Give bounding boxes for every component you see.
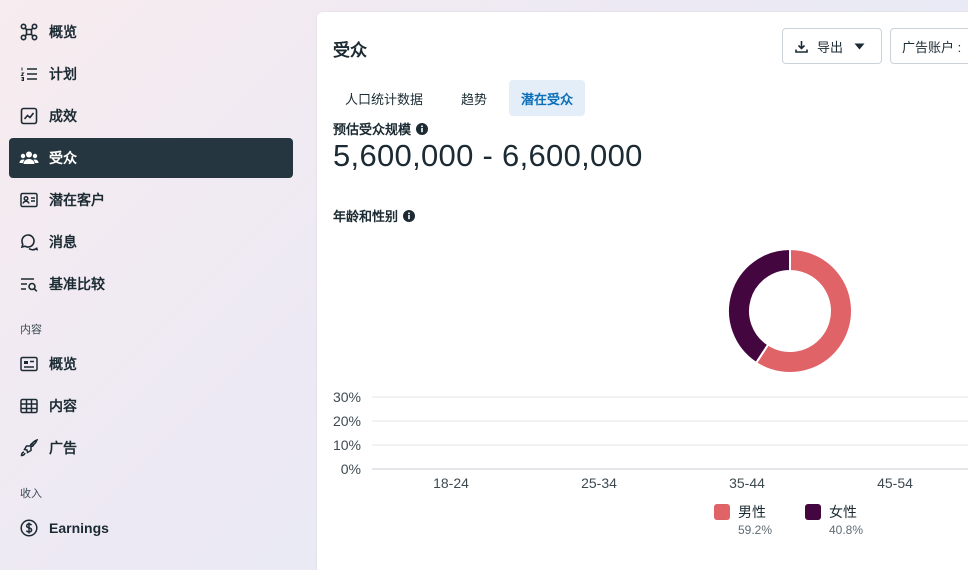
chat-bubble-icon [19, 232, 39, 252]
age-gender-chart: 30% 20% 10% 0% 18-24 25-34 35-44 45-54 [333, 247, 968, 491]
sidebar-item-label: 概览 [49, 24, 77, 40]
sidebar: 概览 计划 成效 受众 潜在客户 消息 基准比较 内容 概览 内容 广告 收入 … [0, 0, 305, 570]
filter-search-icon [19, 274, 39, 294]
sidebar-item-label: 基准比较 [49, 276, 105, 292]
section-label-content: 内容 [20, 324, 42, 336]
y-tick-label: 20% [333, 413, 361, 429]
sidebar-item-ads[interactable]: 广告 [9, 428, 293, 468]
sidebar-item-label: Earnings [49, 520, 109, 536]
sidebar-item-label: 受众 [49, 150, 77, 166]
sidebar-item-leads[interactable]: 潜在客户 [9, 180, 293, 220]
x-tick-label: 45-54 [877, 475, 913, 491]
sidebar-item-label: 广告 [49, 440, 77, 456]
sidebar-item-label: 计划 [49, 66, 77, 82]
legend-name: 女性 [829, 504, 857, 520]
legend-item-male: 男性 59.2% [714, 504, 772, 537]
y-tick-label: 10% [333, 437, 361, 453]
numbered-list-icon [19, 64, 39, 84]
sidebar-item-label: 成效 [49, 108, 77, 124]
sidebar-item-content[interactable]: 内容 [9, 386, 293, 426]
legend-swatch [805, 504, 821, 520]
sidebar-item-content-overview[interactable]: 概览 [9, 344, 293, 384]
legend-percent: 40.8% [829, 523, 864, 537]
dashboard-card-icon [19, 354, 39, 374]
x-tick-label: 35-44 [729, 475, 765, 491]
x-tick-label: 25-34 [581, 475, 617, 491]
y-tick-label: 0% [341, 461, 361, 477]
rocket-icon [19, 438, 39, 458]
people-icon [19, 148, 39, 168]
sidebar-item-label: 消息 [49, 234, 77, 250]
sidebar-item-audience[interactable]: 受众 [9, 138, 293, 178]
sidebar-item-results[interactable]: 成效 [9, 96, 293, 136]
x-tick-label: 18-24 [433, 475, 469, 491]
legend-swatch [714, 504, 730, 520]
sidebar-item-label: 内容 [49, 398, 77, 414]
table-grid-icon [19, 396, 39, 416]
section-label-income: 收入 [20, 488, 42, 500]
legend-percent: 59.2% [738, 523, 773, 537]
legend-name: 男性 [738, 504, 766, 520]
line-chart-icon [19, 106, 39, 126]
sidebar-item-earnings[interactable]: Earnings [9, 508, 293, 548]
overview-nodes-icon [19, 22, 39, 42]
main-panel: 受众 导出 广告账户 : 人口统计数据 趋势 潜在受众 预估受众规模 5,600… [317, 12, 968, 570]
y-tick-label: 30% [333, 389, 361, 405]
sidebar-item-overview[interactable]: 概览 [9, 12, 293, 52]
sidebar-item-label: 概览 [49, 356, 77, 372]
sidebar-item-plans[interactable]: 计划 [9, 54, 293, 94]
dollar-circle-icon [19, 518, 39, 538]
sidebar-item-messages[interactable]: 消息 [9, 222, 293, 262]
contact-card-icon [19, 190, 39, 210]
legend-item-female: 女性 40.8% [805, 504, 863, 537]
donut-slice [727, 247, 791, 365]
sidebar-item-benchmark[interactable]: 基准比较 [9, 264, 293, 304]
sidebar-item-label: 潜在客户 [49, 192, 105, 208]
